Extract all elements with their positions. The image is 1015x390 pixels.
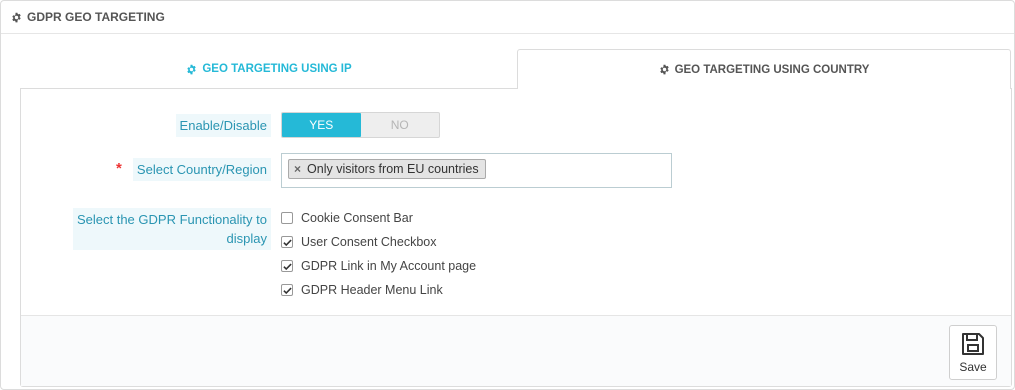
save-label: Save	[959, 360, 987, 374]
selected-country-label: Only visitors from EU countries	[307, 162, 479, 176]
selected-country-tag: × Only visitors from EU countries	[288, 159, 486, 179]
functionality-label: Select the GDPR Functionality to display	[72, 208, 271, 250]
panel-title: GDPR GEO TARGETING	[27, 10, 165, 24]
enable-disable-label: Enable/Disable	[175, 114, 271, 137]
switch-no-option[interactable]: NO	[361, 113, 440, 137]
gear-icon	[186, 64, 197, 75]
country-label-wrap: Select Country/Region	[125, 158, 271, 181]
option-label: User Consent Checkbox	[301, 235, 437, 249]
checkbox[interactable]	[281, 284, 293, 296]
panel-heading: GDPR GEO TARGETING	[1, 1, 1014, 34]
required-marker: *	[116, 160, 122, 177]
form-footer	[21, 315, 1011, 386]
country-region-select[interactable]: × Only visitors from EU countries	[281, 153, 672, 188]
option-gdpr-header-menu-link[interactable]: GDPR Header Menu Link	[281, 283, 443, 297]
switch-yes-option[interactable]: YES	[282, 113, 361, 137]
option-gdpr-link-my-account[interactable]: GDPR Link in My Account page	[281, 259, 476, 273]
tab-label: GEO TARGETING USING COUNTRY	[674, 63, 870, 76]
gear-icon	[11, 12, 22, 23]
functionality-label-line1: Select the GDPR Functionality to	[76, 212, 267, 227]
option-label: Cookie Consent Bar	[301, 211, 413, 225]
option-label: GDPR Link in My Account page	[301, 259, 477, 273]
tab-label: GEO TARGETING USING IP	[202, 63, 352, 75]
option-cookie-consent-bar[interactable]: Cookie Consent Bar	[281, 211, 413, 225]
enable-disable-switch[interactable]: YES NO	[281, 112, 440, 138]
functionality-label-wrap: Select the GDPR Functionality to display	[60, 208, 271, 250]
save-button[interactable]: Save	[949, 325, 997, 380]
checkbox[interactable]	[281, 236, 293, 248]
functionality-label-line2: display	[226, 231, 267, 246]
tab-divider	[20, 88, 517, 89]
tab-geo-targeting-ip[interactable]: GEO TARGETING USING IP	[21, 49, 517, 89]
tab-geo-targeting-country[interactable]: GEO TARGETING USING COUNTRY	[517, 49, 1011, 89]
remove-tag-icon[interactable]: ×	[294, 162, 301, 176]
option-user-consent-checkbox[interactable]: User Consent Checkbox	[281, 235, 436, 249]
gear-icon	[659, 64, 670, 75]
option-label: GDPR Header Menu Link	[301, 283, 443, 297]
floppy-disk-icon	[962, 333, 984, 355]
enable-disable-label-wrap: Enable/Disable	[150, 114, 271, 137]
country-region-label: Select Country/Region	[132, 158, 271, 181]
checkbox[interactable]	[281, 212, 293, 224]
checkbox[interactable]	[281, 260, 293, 272]
